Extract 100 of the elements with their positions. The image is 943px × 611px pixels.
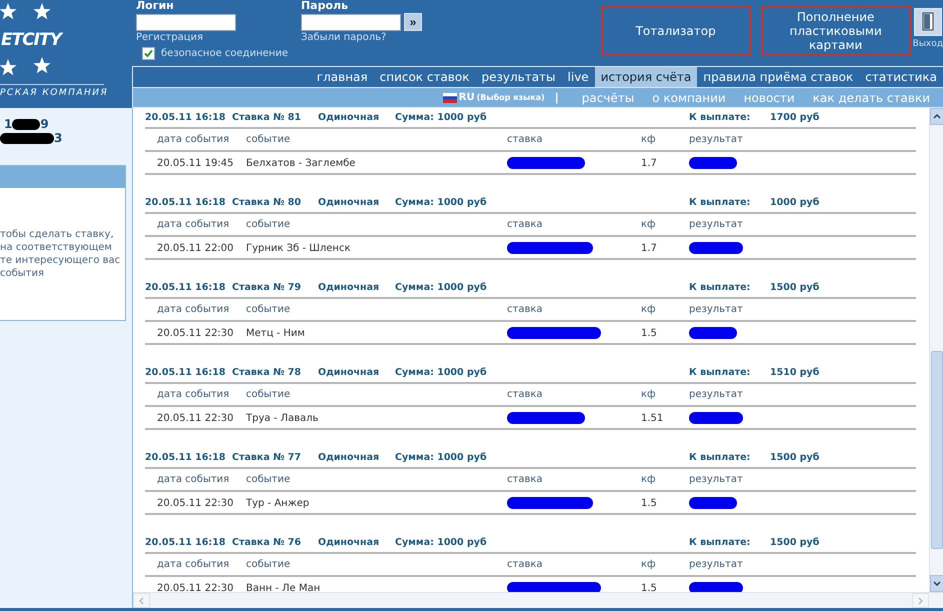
table-cell: 20.05.11 22:30 <box>157 328 234 339</box>
column-header: ставка <box>507 304 543 315</box>
redaction-mark <box>689 582 743 592</box>
bet-sum: Сумма: 1000 руб <box>395 112 487 122</box>
nav-tab[interactable]: статистика <box>859 67 943 88</box>
horizontal-scrollbar[interactable] <box>133 592 943 608</box>
scroll-left-icon[interactable] <box>139 596 144 604</box>
table-cell: Метц - Ним <box>246 328 305 339</box>
table-cell: Белхатов - Заглембе <box>246 158 356 169</box>
column-header: событие <box>246 474 290 485</box>
separator: | <box>554 91 559 104</box>
nav-tab[interactable]: результаты <box>475 67 562 88</box>
redaction-mark <box>689 242 743 254</box>
column-header: кф <box>641 304 656 315</box>
column-header: кф <box>641 219 656 230</box>
nav-tab[interactable]: live <box>562 67 595 88</box>
info-text: тобы сделать ставку, на соответствующем те интересующего вас события <box>0 228 122 280</box>
payout-amount: 1000 руб <box>770 196 820 208</box>
login-label: Логин <box>136 0 175 12</box>
bet-date: 20.05.11 16:18 <box>145 112 226 122</box>
column-header: ставка <box>507 474 543 485</box>
table-cell: 1.5 <box>641 498 657 509</box>
table-cell: 20.05.11 22:30 <box>157 413 234 424</box>
column-header: результат <box>689 304 743 315</box>
table-cell: 1.5 <box>641 583 657 592</box>
bet-number: Ставка № 79 <box>232 282 302 292</box>
secure-label: безопасное соединение <box>161 48 288 59</box>
column-header: ставка <box>507 134 543 145</box>
register-link[interactable]: Регистрация <box>136 32 288 44</box>
column-header: кф <box>641 474 656 485</box>
bet-sum: Сумма: 1000 руб <box>395 536 487 548</box>
password-label: Пароль <box>300 0 350 12</box>
account-text: 3 <box>54 131 62 145</box>
payout-label: К выплате: <box>689 452 750 462</box>
nav-tab[interactable]: главная <box>310 67 374 88</box>
payout-label: К выплате: <box>689 196 750 208</box>
login-button[interactable]: » <box>404 13 422 31</box>
column-header: ставка <box>507 559 543 570</box>
login-input[interactable] <box>136 14 236 31</box>
redaction-mark <box>689 157 737 169</box>
bet-sum: Сумма: 1000 руб <box>395 452 487 462</box>
bet-sum: Сумма: 1000 руб <box>395 196 487 208</box>
bet-sum: Сумма: 1000 руб <box>395 366 487 378</box>
scroll-up-icon[interactable] <box>933 114 941 119</box>
scroll-right-icon[interactable] <box>918 596 923 604</box>
redaction-mark <box>689 412 743 424</box>
bet-number: Ставка № 81 <box>232 112 302 122</box>
column-header: кф <box>641 389 656 400</box>
payout-amount: 1700 руб <box>770 112 820 122</box>
secure-checkbox[interactable] <box>142 47 155 60</box>
column-header: результат <box>689 474 743 485</box>
column-header: событие <box>246 389 290 400</box>
nav-tab[interactable]: правила приёма ставок <box>697 67 860 88</box>
column-header: событие <box>246 134 290 145</box>
password-input[interactable] <box>300 14 401 31</box>
column-header: дата события <box>157 474 230 485</box>
table-cell: 20.05.11 22:30 <box>157 498 234 509</box>
column-header: кф <box>641 559 656 570</box>
redaction-mark <box>689 327 737 339</box>
table-cell: Труа - Лаваль <box>246 413 318 424</box>
scroll-down-icon[interactable] <box>933 581 941 586</box>
payout-amount: 1510 руб <box>770 366 820 378</box>
table-cell: 1.51 <box>641 413 664 424</box>
column-header: ставка <box>507 219 543 230</box>
bet-number: Ставка № 76 <box>232 536 302 548</box>
bet-date: 20.05.11 16:18 <box>145 366 226 378</box>
vertical-scrollbar[interactable] <box>929 108 943 592</box>
forgot-password-link[interactable]: Забыли пароль? <box>300 32 401 44</box>
bet-type: Одиночная <box>318 536 380 548</box>
column-header: результат <box>689 219 743 230</box>
nav-tab[interactable]: список ставок <box>374 67 476 88</box>
payout-label: К выплате: <box>689 536 750 548</box>
table-cell: 1.5 <box>641 328 657 339</box>
column-header: кф <box>641 134 656 145</box>
promo-button[interactable]: Пополнение пластиковыми картами <box>760 6 911 56</box>
payout-amount: 1500 руб <box>770 452 820 462</box>
payout-label: К выплате: <box>689 366 750 378</box>
nav-tab[interactable]: история счёта <box>594 67 698 88</box>
column-header: дата события <box>157 134 230 145</box>
bet-number: Ставка № 78 <box>232 366 302 378</box>
promo-button[interactable]: Тотализатор <box>600 6 751 56</box>
table-cell: Гурник Зб - Шленск <box>246 243 350 254</box>
bet-type: Одиночная <box>318 196 380 208</box>
column-header: ставка <box>507 389 543 400</box>
column-header: событие <box>246 559 290 570</box>
exit-label[interactable]: Выход <box>912 39 943 49</box>
exit-door-icon[interactable] <box>914 8 942 36</box>
redaction-mark <box>12 118 40 130</box>
account-text: 1 <box>4 117 12 131</box>
bet-type: Одиночная <box>318 452 380 462</box>
column-header: событие <box>246 304 290 315</box>
table-cell: 20.05.11 19:45 <box>157 158 234 169</box>
bet-date: 20.05.11 16:18 <box>145 282 226 292</box>
account-text: 9 <box>40 117 49 131</box>
payout-label: К выплате: <box>689 282 750 292</box>
scroll-thumb[interactable] <box>931 351 943 549</box>
column-header: результат <box>689 134 743 145</box>
bet-number: Ставка № 77 <box>232 452 302 462</box>
bet-type: Одиночная <box>318 112 380 122</box>
table-cell: Ванн - Ле Ман <box>246 583 320 592</box>
